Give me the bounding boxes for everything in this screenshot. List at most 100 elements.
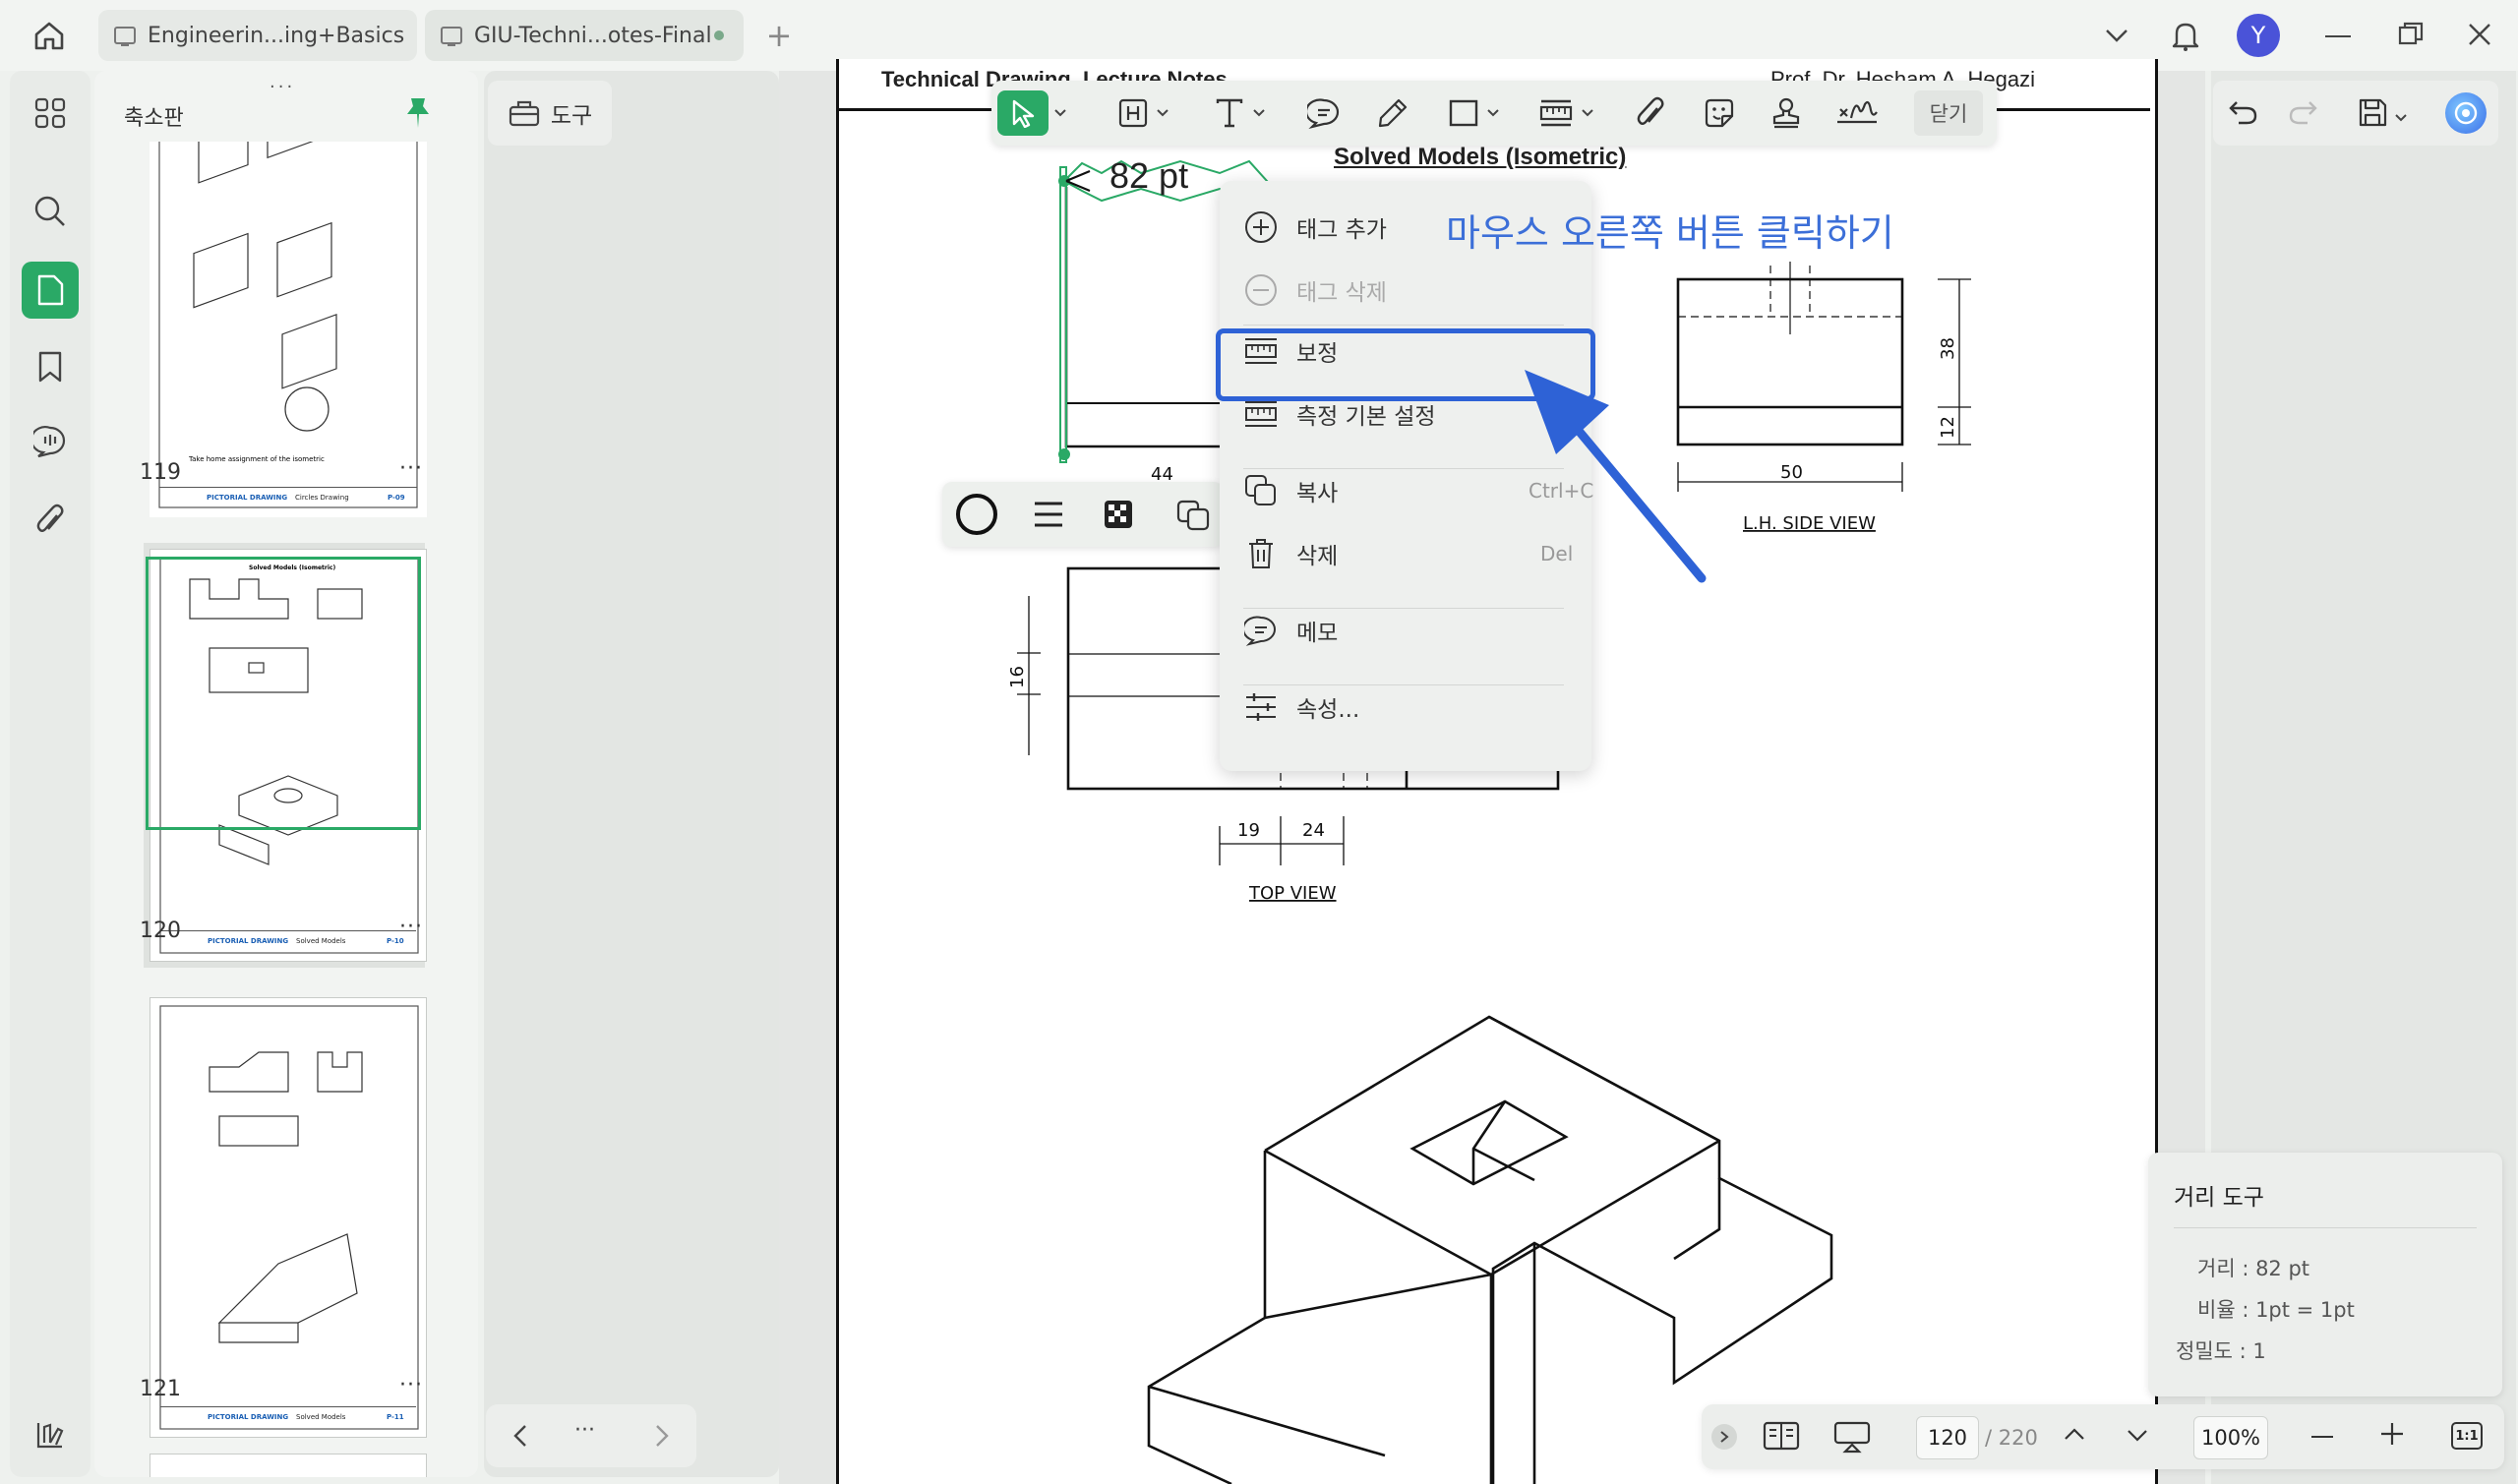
annotation-toolbar: 닫기 [991, 81, 1997, 146]
restore-icon[interactable] [2398, 22, 2424, 45]
history-toolbar [2213, 81, 2498, 146]
distance-value: 거리 : 82 pt [2197, 1257, 2310, 1280]
more-icon[interactable]: ··· [399, 456, 423, 481]
new-tab-icon[interactable]: + [759, 16, 799, 55]
page-icon[interactable] [22, 262, 79, 319]
signature-tool-icon[interactable] [1833, 90, 1881, 136]
menu-label: 메모 [1296, 621, 1339, 646]
more-icon[interactable]: ··· [399, 915, 423, 939]
measure-tool-icon[interactable] [1534, 90, 1578, 136]
redo-icon[interactable] [2288, 98, 2317, 130]
chevron-down-icon[interactable] [1483, 90, 1503, 136]
page-number: 121 [140, 1377, 181, 1401]
chevron-down-icon[interactable] [1578, 90, 1597, 136]
actual-size-button[interactable]: 1:1 [2451, 1422, 2483, 1450]
style-toolbar [942, 482, 1224, 547]
line-weight-icon[interactable] [1033, 500, 1064, 533]
chevron-left-icon[interactable] [513, 1424, 527, 1452]
divider [2174, 1227, 2477, 1228]
comment-icon [114, 27, 136, 46]
two-page-view-icon[interactable] [1763, 1420, 1800, 1455]
trash-icon [1243, 536, 1279, 571]
footer-left: PICTORIAL DRAWING [208, 1413, 289, 1421]
highlight-tool-icon[interactable] [1113, 90, 1153, 136]
home-icon[interactable] [28, 14, 71, 57]
chevron-down-icon[interactable] [1050, 90, 1070, 136]
instruction-label: 마우스 오른쪽 버튼 클릭하기 [1446, 211, 1894, 255]
thumbnail-page-119[interactable]: Take home assignment of the isometric PI… [150, 142, 427, 517]
comment-icon[interactable] [22, 413, 79, 470]
grid-icon[interactable] [22, 85, 79, 142]
save-icon[interactable] [2357, 96, 2388, 132]
chevron-down-icon[interactable] [2095, 16, 2138, 55]
pin-icon[interactable] [405, 96, 431, 134]
zoom-input[interactable]: 100% [2193, 1416, 2268, 1459]
close-window-icon[interactable] [2467, 22, 2492, 47]
pencil-tool-icon[interactable] [1373, 90, 1412, 136]
library-icon[interactable] [22, 1406, 79, 1463]
zoom-out-icon[interactable] [2311, 1436, 2333, 1438]
menu-item-copy[interactable]: 복사 Ctrl+C [1243, 468, 1593, 513]
chevron-down-icon[interactable] [1153, 90, 1172, 136]
ruler-icon [1243, 396, 1279, 432]
drag-handle-icon[interactable]: ··· [270, 77, 295, 97]
select-tool[interactable] [997, 90, 1049, 136]
chevron-down-icon[interactable] [1249, 90, 1269, 136]
sticker-tool-icon[interactable] [1700, 90, 1739, 136]
menu-label: 태그 추가 [1296, 217, 1387, 243]
expand-icon[interactable] [1711, 1424, 1737, 1450]
ai-assistant-icon[interactable] [2445, 92, 2487, 134]
rectangle-tool-icon[interactable] [1444, 90, 1483, 136]
svg-text:Take home assignment of the is: Take home assignment of the isometric [188, 455, 325, 463]
minus-circle-icon [1243, 272, 1279, 308]
toolbox-icon [509, 100, 539, 127]
menu-item-remove-tag: 태그 삭제 [1243, 267, 1387, 313]
comment-icon [1243, 613, 1279, 648]
more-icon[interactable]: ··· [399, 1373, 423, 1397]
measure-label: 82 pt [1109, 155, 1189, 196]
menu-item-memo[interactable]: 메모 [1243, 608, 1338, 653]
chevron-down-icon[interactable] [2394, 108, 2408, 127]
tools-button[interactable]: 도구 [488, 81, 612, 146]
top-view-label: TOP VIEW [1248, 883, 1337, 904]
attachment-tool-icon[interactable] [1631, 90, 1670, 136]
layer-icon[interactable] [1176, 500, 1210, 535]
menu-item-properties[interactable]: 속성... [1243, 684, 1359, 730]
bottom-bar: 120 / 220 100% 1:1 [1702, 1404, 2504, 1469]
presentation-icon[interactable] [1833, 1420, 1871, 1457]
undo-icon[interactable] [2229, 98, 2258, 130]
search-icon[interactable] [22, 183, 79, 240]
chevron-down-icon[interactable] [2127, 1428, 2148, 1447]
stroke-color-icon[interactable] [956, 494, 997, 535]
page-input[interactable]: 120 [1916, 1416, 1979, 1459]
tab-giu-technical[interactable]: GIU-Techni...otes-Final [425, 10, 744, 61]
dim-38: 38 [1938, 337, 1958, 360]
plus-circle-icon [1243, 209, 1279, 245]
menu-item-delete[interactable]: 삭제 Del [1243, 531, 1573, 576]
close-toolbar-button[interactable]: 닫기 [1914, 90, 1983, 136]
thumbnail-page-121[interactable]: PICTORIAL DRAWING Solved Models P-11 [150, 997, 427, 1438]
dim-12: 12 [1938, 416, 1958, 439]
avatar[interactable]: Y [2237, 14, 2280, 57]
viewport-indicator[interactable] [146, 557, 421, 830]
panel-title: 축소판 [124, 106, 184, 131]
distance-tool-panel: 거리 도구 거리 : 82 pt 비율 : 1pt = 1pt 정밀도 : 1 [2148, 1153, 2502, 1396]
opacity-icon[interactable] [1104, 500, 1133, 533]
zoom-in-icon[interactable] [2380, 1422, 2404, 1450]
chevron-right-icon[interactable] [655, 1424, 669, 1452]
attachment-icon[interactable] [22, 492, 79, 549]
tab-engineering[interactable]: Engineerin...ing+Basics [98, 10, 417, 61]
menu-item-add-tag[interactable]: 태그 추가 [1243, 205, 1387, 250]
stamp-tool-icon[interactable] [1767, 90, 1806, 136]
thumbnail-page-122[interactable] [150, 1454, 427, 1477]
bookmark-icon[interactable] [22, 338, 79, 395]
precision-value: 정밀도 : 1 [2176, 1339, 2266, 1363]
more-icon[interactable]: ··· [574, 1418, 595, 1443]
footer-mid: Solved Models [296, 937, 346, 945]
chevron-up-icon[interactable] [2064, 1426, 2085, 1445]
minimize-icon[interactable] [2325, 35, 2351, 37]
thumbnail-footer: PICTORIAL DRAWING Circles Drawing P-09 [159, 487, 417, 507]
comment-tool-icon[interactable] [1304, 90, 1344, 136]
bell-icon[interactable] [2164, 14, 2207, 57]
text-tool-icon[interactable] [1210, 90, 1249, 136]
